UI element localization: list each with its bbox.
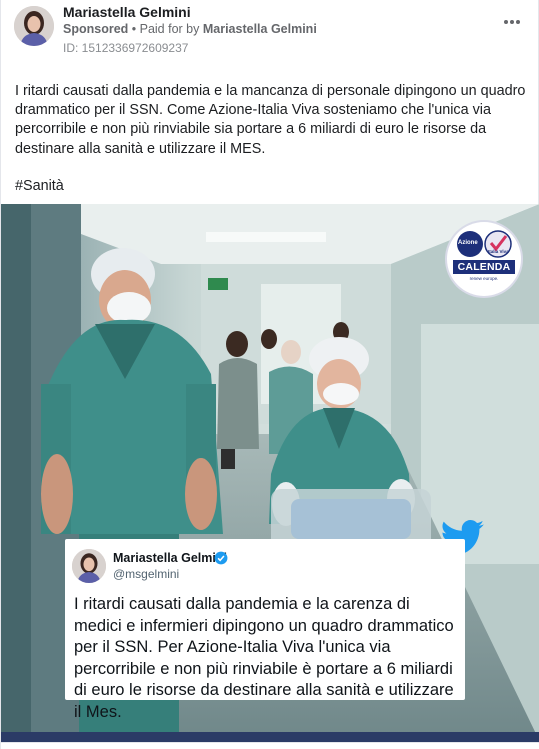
azione-brand-label: Azione: [458, 240, 478, 246]
page-avatar[interactable]: [14, 6, 54, 46]
tweet-author-name: Mariastella Gelmini: [113, 551, 227, 565]
sponsored-label: Sponsored: [63, 22, 129, 36]
avatar-portrait-image: [14, 6, 54, 46]
renew-europe-label: renew europe.: [469, 276, 499, 281]
calenda-label: CALENDA: [453, 260, 515, 274]
tweet-card: Mariastella Gelmini @msgelmini I ritardi…: [65, 539, 465, 721]
more-options-button[interactable]: [500, 10, 524, 34]
post-header: Mariastella Gelmini Sponsored • Paid for…: [1, 0, 538, 64]
ad-id: ID: 1512336972609237: [63, 41, 189, 55]
post-footer-divider: [1, 742, 539, 749]
more-horizontal-icon: [504, 20, 520, 24]
party-logo-image: [457, 230, 512, 258]
italia-viva-brand-label: Italia Viva: [488, 249, 509, 254]
page-name[interactable]: Mariastella Gelmini: [63, 4, 191, 20]
hashtag-link[interactable]: #Sanità: [15, 178, 64, 194]
funder-name: Mariastella Gelmini: [202, 22, 317, 36]
party-logo-badge: Azione Italia Viva CALENDA renew europe.: [447, 222, 521, 296]
tweet-text: I ritardi causati dalla pandemia e la ca…: [74, 595, 454, 721]
post-body-text: I ritardi causati dalla pandemia e la ma…: [15, 83, 526, 157]
verified-badge-icon: [214, 551, 228, 565]
tweet-avatar: [72, 549, 106, 583]
paid-for-prefix: • Paid for by: [128, 22, 203, 36]
sponsored-line: Sponsored • Paid for by Mariastella Gelm…: [63, 22, 317, 36]
sponsored-post-card: Mariastella Gelmini Sponsored • Paid for…: [0, 0, 539, 749]
tweet-handle: @msgelmini: [113, 567, 180, 581]
